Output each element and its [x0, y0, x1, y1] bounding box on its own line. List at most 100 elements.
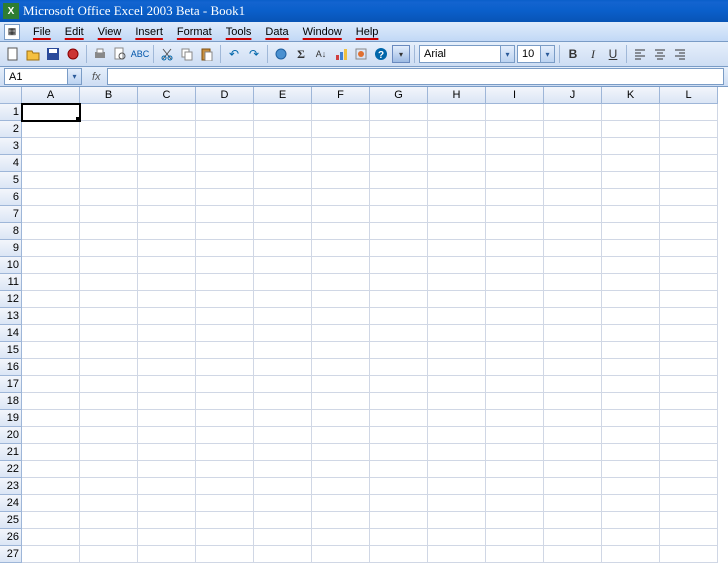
cell-J12[interactable] — [544, 291, 602, 308]
cell-H10[interactable] — [428, 257, 486, 274]
cell-G15[interactable] — [370, 342, 428, 359]
toolbar-options[interactable]: ▾ — [392, 45, 410, 63]
cell-F23[interactable] — [312, 478, 370, 495]
cell-H17[interactable] — [428, 376, 486, 393]
cell-I3[interactable] — [486, 138, 544, 155]
cell-F18[interactable] — [312, 393, 370, 410]
cell-B25[interactable] — [80, 512, 138, 529]
cell-D8[interactable] — [196, 223, 254, 240]
cell-A21[interactable] — [22, 444, 80, 461]
cell-F4[interactable] — [312, 155, 370, 172]
cell-G23[interactable] — [370, 478, 428, 495]
cell-E26[interactable] — [254, 529, 312, 546]
cell-H22[interactable] — [428, 461, 486, 478]
column-header-B[interactable]: B — [80, 87, 138, 104]
cell-I1[interactable] — [486, 104, 544, 121]
cell-F20[interactable] — [312, 427, 370, 444]
cell-H3[interactable] — [428, 138, 486, 155]
cell-K22[interactable] — [602, 461, 660, 478]
cell-F25[interactable] — [312, 512, 370, 529]
cell-A17[interactable] — [22, 376, 80, 393]
cell-F11[interactable] — [312, 274, 370, 291]
cell-H18[interactable] — [428, 393, 486, 410]
cell-D6[interactable] — [196, 189, 254, 206]
cell-D12[interactable] — [196, 291, 254, 308]
cell-I27[interactable] — [486, 546, 544, 563]
cell-I12[interactable] — [486, 291, 544, 308]
cell-C1[interactable] — [138, 104, 196, 121]
cell-J20[interactable] — [544, 427, 602, 444]
cell-F19[interactable] — [312, 410, 370, 427]
cell-C24[interactable] — [138, 495, 196, 512]
cell-F13[interactable] — [312, 308, 370, 325]
cell-F26[interactable] — [312, 529, 370, 546]
cell-H6[interactable] — [428, 189, 486, 206]
cell-F14[interactable] — [312, 325, 370, 342]
cell-F12[interactable] — [312, 291, 370, 308]
cell-K20[interactable] — [602, 427, 660, 444]
menu-edit[interactable]: Edit — [58, 24, 91, 40]
cell-F3[interactable] — [312, 138, 370, 155]
cell-G2[interactable] — [370, 121, 428, 138]
cell-L2[interactable] — [660, 121, 718, 138]
mail-button[interactable] — [64, 45, 82, 63]
cell-L13[interactable] — [660, 308, 718, 325]
cell-K2[interactable] — [602, 121, 660, 138]
row-header-26[interactable]: 26 — [0, 529, 22, 546]
row-header-6[interactable]: 6 — [0, 189, 22, 206]
column-header-K[interactable]: K — [602, 87, 660, 104]
cell-K5[interactable] — [602, 172, 660, 189]
cell-L22[interactable] — [660, 461, 718, 478]
cell-K6[interactable] — [602, 189, 660, 206]
cell-F27[interactable] — [312, 546, 370, 563]
cell-G7[interactable] — [370, 206, 428, 223]
cell-G18[interactable] — [370, 393, 428, 410]
select-all-corner[interactable] — [0, 87, 22, 104]
cell-E16[interactable] — [254, 359, 312, 376]
copy-button[interactable] — [178, 45, 196, 63]
cell-J1[interactable] — [544, 104, 602, 121]
align-center-button[interactable] — [651, 45, 669, 63]
row-header-1[interactable]: 1 — [0, 104, 22, 121]
cell-B1[interactable] — [80, 104, 138, 121]
cell-L8[interactable] — [660, 223, 718, 240]
cell-C15[interactable] — [138, 342, 196, 359]
cell-I14[interactable] — [486, 325, 544, 342]
cell-E20[interactable] — [254, 427, 312, 444]
cell-K11[interactable] — [602, 274, 660, 291]
undo-button[interactable]: ↶ — [225, 45, 243, 63]
cell-E13[interactable] — [254, 308, 312, 325]
column-header-H[interactable]: H — [428, 87, 486, 104]
cell-J14[interactable] — [544, 325, 602, 342]
cell-A2[interactable] — [22, 121, 80, 138]
cell-A10[interactable] — [22, 257, 80, 274]
chart-button[interactable] — [332, 45, 350, 63]
cell-E21[interactable] — [254, 444, 312, 461]
row-header-27[interactable]: 27 — [0, 546, 22, 563]
cell-B13[interactable] — [80, 308, 138, 325]
cell-H14[interactable] — [428, 325, 486, 342]
cell-J26[interactable] — [544, 529, 602, 546]
cell-L27[interactable] — [660, 546, 718, 563]
cell-H26[interactable] — [428, 529, 486, 546]
cell-H9[interactable] — [428, 240, 486, 257]
cell-L20[interactable] — [660, 427, 718, 444]
cell-K13[interactable] — [602, 308, 660, 325]
cell-D21[interactable] — [196, 444, 254, 461]
cell-F9[interactable] — [312, 240, 370, 257]
cell-D3[interactable] — [196, 138, 254, 155]
cell-G8[interactable] — [370, 223, 428, 240]
cell-L17[interactable] — [660, 376, 718, 393]
cell-I17[interactable] — [486, 376, 544, 393]
row-header-16[interactable]: 16 — [0, 359, 22, 376]
cell-D1[interactable] — [196, 104, 254, 121]
cell-A25[interactable] — [22, 512, 80, 529]
cell-F1[interactable] — [312, 104, 370, 121]
cell-A8[interactable] — [22, 223, 80, 240]
cell-J4[interactable] — [544, 155, 602, 172]
row-header-18[interactable]: 18 — [0, 393, 22, 410]
cell-D22[interactable] — [196, 461, 254, 478]
cell-L15[interactable] — [660, 342, 718, 359]
cell-E23[interactable] — [254, 478, 312, 495]
cell-E14[interactable] — [254, 325, 312, 342]
